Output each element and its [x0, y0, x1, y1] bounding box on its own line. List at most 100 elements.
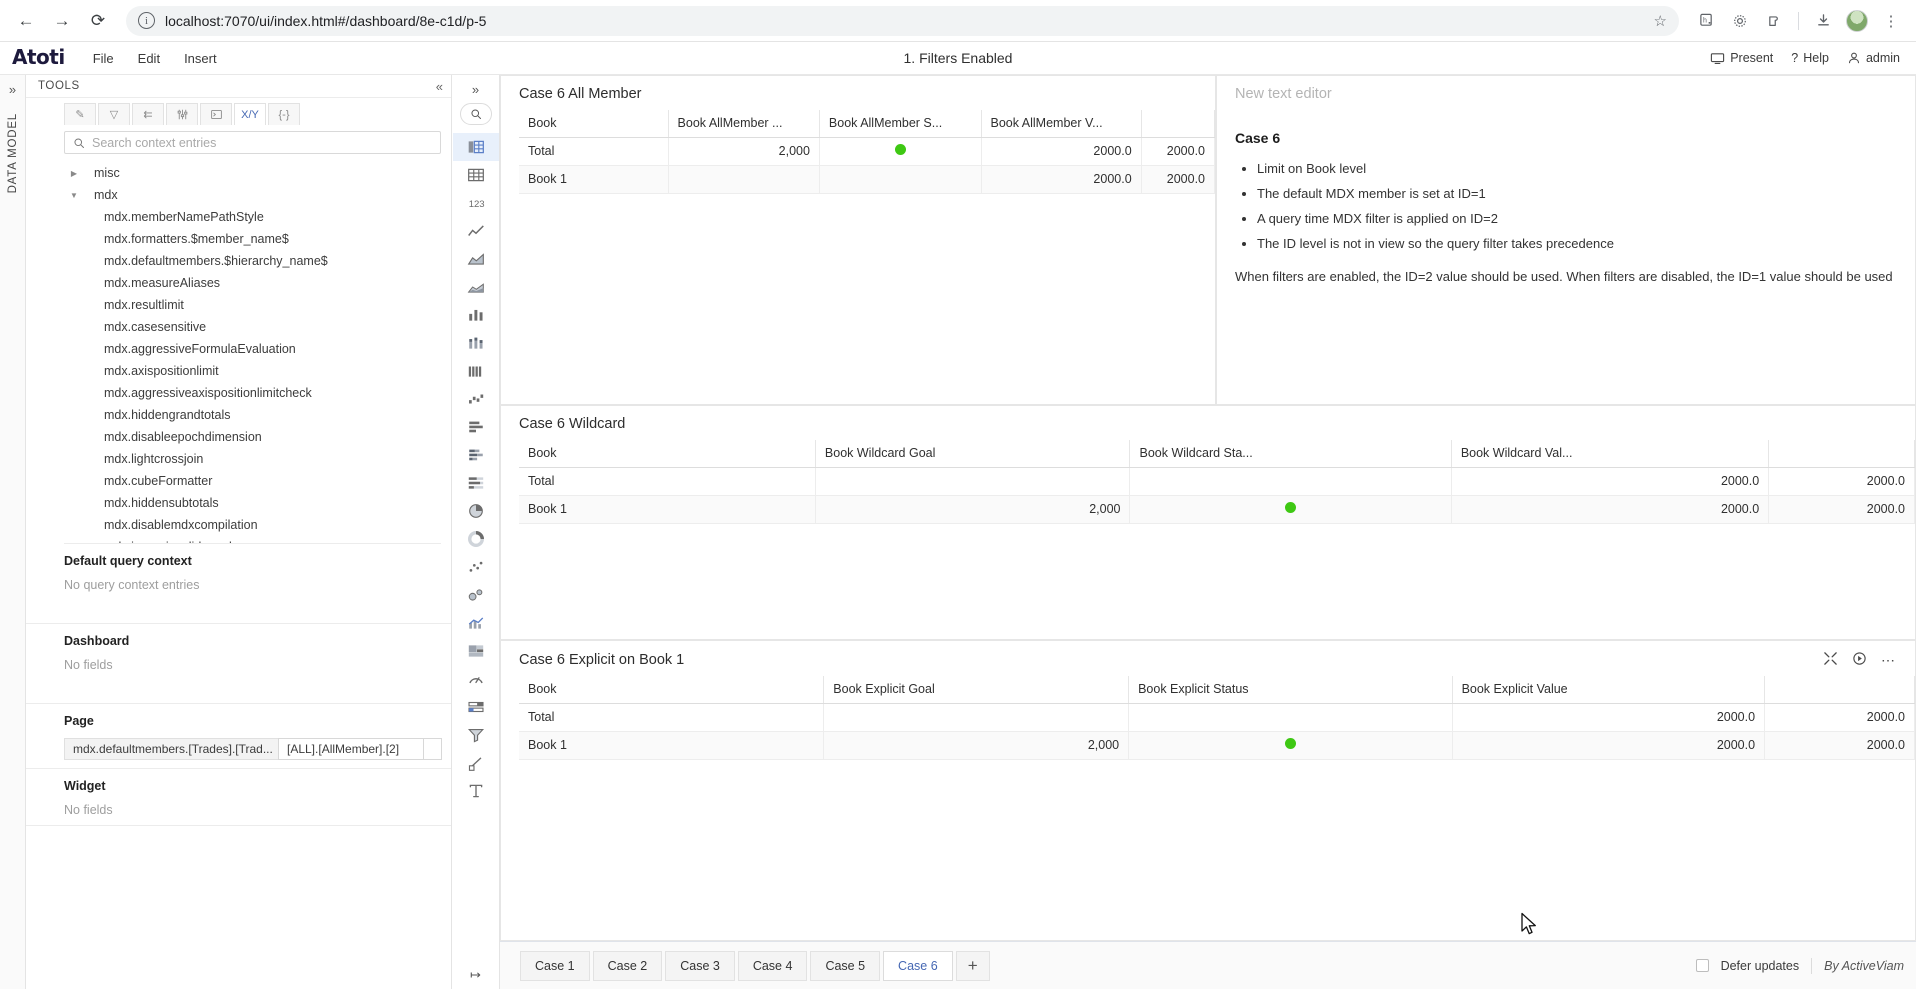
column-header[interactable]: Book AllMember ...	[668, 110, 820, 138]
table-cell[interactable]: 2000.0	[1452, 703, 1766, 732]
dashboard-tab-case-3[interactable]: Case 3	[665, 950, 735, 981]
table-row[interactable]: Book 1 2,000 2000.0 2000.0	[519, 731, 1915, 760]
tree-item-mdx.axispositionlimit[interactable]: mdx.axispositionlimit	[64, 360, 441, 382]
table-cell[interactable]: 2000.0	[981, 165, 1142, 194]
table-cell[interactable]	[1129, 467, 1452, 496]
table-cell[interactable]: 2000.0	[1764, 703, 1915, 732]
tab-console-icon[interactable]	[200, 103, 232, 125]
avatar[interactable]	[1842, 6, 1872, 36]
line-chart-icon[interactable]	[453, 217, 499, 245]
column-header[interactable]: Book Explicit Status	[1128, 676, 1453, 704]
chevron-down-icon[interactable]: ▼	[64, 191, 84, 200]
shape-icon[interactable]	[453, 749, 499, 777]
dashboard-tab-case-5[interactable]: Case 5	[810, 950, 881, 981]
table-cell[interactable]: 2000.0	[1141, 137, 1216, 166]
table-cell[interactable]: 2000.0	[1451, 495, 1770, 524]
scatter-plot-icon[interactable]	[453, 553, 499, 581]
kpi-number-icon[interactable]: 123	[453, 189, 499, 217]
table-cell[interactable]: Total	[519, 467, 816, 496]
kebab-menu-icon[interactable]: ⋮	[1876, 6, 1906, 36]
column-header[interactable]: Book Explicit Goal	[823, 676, 1130, 704]
bar-list-icon[interactable]	[453, 469, 499, 497]
tree-item-mdx.disablemdxcompilation[interactable]: mdx.disablemdxcompilation	[64, 514, 441, 536]
bar-chart-icon[interactable]	[453, 413, 499, 441]
table-cell[interactable]: Total	[519, 703, 825, 732]
dashboard-tab-case-6[interactable]: Case 6	[883, 950, 953, 981]
table-cell[interactable]	[1128, 731, 1453, 760]
table-cell[interactable]	[819, 165, 982, 194]
dashboard-tab-case-2[interactable]: Case 2	[592, 950, 663, 981]
tab-sliders-icon[interactable]	[166, 103, 198, 125]
table-cell[interactable]	[823, 703, 1130, 732]
present-button[interactable]: Present	[1710, 51, 1773, 66]
help-button[interactable]: ? Help	[1791, 51, 1829, 65]
table-cell[interactable]: 2000.0	[1768, 495, 1915, 524]
table-cell[interactable]: 2000.0	[1764, 731, 1915, 760]
column-header[interactable]: Book Wildcard Goal	[815, 440, 1131, 468]
table-row[interactable]: Book 1 2000.0 2000.0	[519, 165, 1216, 194]
column-header[interactable]	[1141, 110, 1216, 138]
collapse-panel-icon[interactable]: ↦	[452, 967, 499, 983]
tree-item-mdx.hiddensubtotals[interactable]: mdx.hiddensubtotals	[64, 492, 441, 514]
menu-insert[interactable]: Insert	[172, 42, 229, 75]
palette-search-button[interactable]	[459, 103, 492, 125]
column-chart-icon[interactable]	[453, 301, 499, 329]
text-editor-icon[interactable]	[453, 777, 499, 805]
forward-icon[interactable]: →	[46, 5, 78, 37]
pie-chart-icon[interactable]	[453, 497, 499, 525]
stacked-bar-chart-icon[interactable]	[453, 441, 499, 469]
filter-widget-icon[interactable]	[453, 721, 499, 749]
table-cell[interactable]: 2000.0	[981, 137, 1142, 166]
search-context-input[interactable]: Search context entries	[64, 131, 441, 154]
table-row[interactable]: Total 2,000 2000.0 2000.0	[519, 137, 1216, 166]
menu-file[interactable]: File	[81, 42, 126, 75]
fullscreen-icon[interactable]	[1823, 651, 1838, 668]
widget-case6-explicit[interactable]: Case 6 Explicit on Book 1 ⋯ Book Book Exp…	[500, 640, 1916, 941]
column-header[interactable]: Book Wildcard Val...	[1451, 440, 1770, 468]
combo-chart-icon[interactable]	[453, 609, 499, 637]
download-icon[interactable]	[1808, 6, 1838, 36]
table-cell[interactable]	[1128, 703, 1453, 732]
page-filter-value[interactable]: [ALL].[AllMember].[2]	[278, 738, 424, 760]
slicer-icon[interactable]	[453, 693, 499, 721]
table-cell[interactable]	[1129, 495, 1452, 524]
gauge-icon[interactable]	[453, 665, 499, 693]
column-header[interactable]: Book AllMember V...	[981, 110, 1142, 138]
table-cell[interactable]: Total	[519, 137, 669, 166]
back-icon[interactable]: ←	[10, 5, 42, 37]
bubble-chart-icon[interactable]	[453, 581, 499, 609]
tree-item-mdx.aggressiveaxispositionlimitcheck[interactable]: mdx.aggressiveaxispositionlimitcheck	[64, 382, 441, 404]
table-cell[interactable]: Book 1	[519, 495, 816, 524]
donut-chart-icon[interactable]	[453, 525, 499, 553]
table-row[interactable]: Total 2000.0 2000.0	[519, 467, 1915, 496]
chevrons-left-icon[interactable]: «	[436, 79, 443, 94]
table-cell[interactable]: 2000.0	[1768, 467, 1915, 496]
widget-case6-all-member[interactable]: Case 6 All Member Book Book AllMember ...…	[500, 75, 1216, 405]
column-header[interactable]: Book	[519, 440, 816, 468]
dashboard-tab-case-4[interactable]: Case 4	[737, 950, 808, 981]
column-header[interactable]	[1764, 676, 1915, 704]
more-options-icon[interactable]: ⋯	[1881, 653, 1895, 667]
play-icon[interactable]	[1852, 651, 1867, 668]
table-cell[interactable]: Book 1	[519, 731, 825, 760]
add-tab-button[interactable]: +	[955, 950, 990, 981]
tab-filter-icon[interactable]: ▽	[98, 103, 130, 125]
reload-icon[interactable]: ⟳	[82, 5, 114, 37]
column-header[interactable]: Book Wildcard Sta...	[1129, 440, 1452, 468]
tree-item-mdx.resultlimit[interactable]: mdx.resultlimit	[64, 294, 441, 316]
column-header[interactable]: Book	[519, 110, 669, 138]
tree-item-mdx.lightcrossjoin[interactable]: mdx.lightcrossjoin	[64, 448, 441, 470]
column-header[interactable]: Book	[519, 676, 825, 704]
tree-item-mdx.disableepochdimension[interactable]: mdx.disableepochdimension	[64, 426, 441, 448]
stacked-column-chart-icon[interactable]	[453, 329, 499, 357]
data-model-label[interactable]: DATA MODEL	[7, 113, 19, 193]
chevron-right-icon[interactable]: ▶	[64, 169, 84, 178]
tree-item-mdx.cubeFormatter[interactable]: mdx.cubeFormatter	[64, 470, 441, 492]
pivot-table-icon[interactable]	[452, 133, 499, 161]
tree-map-icon[interactable]	[453, 637, 499, 665]
pivot-table-wildcard[interactable]: Book Book Wildcard Goal Book Wildcard Sta.…	[519, 440, 1915, 524]
tab-braces-icon[interactable]: {-}	[268, 103, 300, 125]
table-row[interactable]: Total 2000.0 2000.0	[519, 703, 1915, 732]
dashboard-tab-case-1[interactable]: Case 1	[520, 950, 590, 981]
extensions-icon[interactable]	[1759, 6, 1789, 36]
